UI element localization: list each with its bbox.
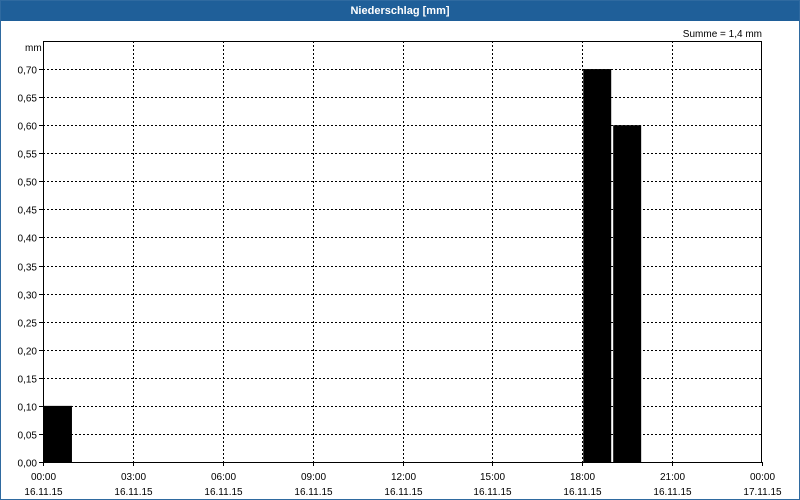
y-tick-label: 0,60 — [18, 122, 38, 133]
x-tick-date-label: 16.11.15 — [114, 487, 153, 498]
y-tick-label: 0,65 — [18, 94, 38, 105]
y-tick-label: 0,20 — [18, 347, 38, 358]
y-tick-label: 0,35 — [18, 263, 38, 274]
y-tick-label: 0,45 — [18, 206, 38, 217]
x-tick-time-label: 09:00 — [301, 472, 326, 483]
y-tick-label: 0,55 — [18, 150, 38, 161]
x-tick-date-label: 16.11.15 — [204, 487, 243, 498]
x-tick-date-label: 16.11.15 — [384, 487, 423, 498]
x-tick-time-label: 15:00 — [480, 472, 505, 483]
x-tick-date-label: 16.11.15 — [24, 487, 63, 498]
y-tick-labels: 0,00 0,05 0,10 0,15 0,20 0,25 0,30 0,35 0,40 0,45… — [18, 66, 38, 470]
chart-window: Niederschlag [mm] 0,00 0,05 0,10 0,15 0,20 0,… — [0, 0, 800, 500]
y-tick-label: 0,50 — [18, 178, 38, 189]
x-tick-time-label: 00:00 — [750, 472, 775, 483]
y-tick-label: 0,05 — [18, 431, 38, 442]
bar — [44, 405, 72, 462]
x-tick-time-label: 12:00 — [391, 472, 416, 483]
y-tick-label: 0,30 — [18, 291, 38, 302]
plot-area-border — [43, 41, 762, 463]
bar — [613, 125, 642, 462]
x-tick-date-label: 17.11.15 — [743, 487, 782, 498]
x-tick-date-label: 16.11.15 — [294, 487, 333, 498]
y-tick-label: 0,15 — [18, 375, 38, 386]
sum-label: Summe = 1,4 mm — [683, 29, 762, 40]
x-tick-date-label: 16.11.15 — [473, 487, 512, 498]
x-tick-date-label: 16.11.15 — [653, 487, 692, 498]
x-tick-time-label: 03:00 — [121, 472, 146, 483]
x-tick-date-label: 16.11.15 — [563, 487, 602, 498]
y-tick-label: 0,10 — [18, 403, 38, 414]
x-tick-labels: 00:00 16.11.15 03:00 16.11.15 06:00 16.11.15 0… — [24, 472, 782, 498]
y-tick-label: 0,25 — [18, 319, 38, 330]
y-tick-label: 0,70 — [18, 66, 38, 77]
y-tick-label: 0,40 — [18, 234, 38, 245]
bar — [583, 69, 612, 463]
x-tick-time-label: 18:00 — [570, 472, 595, 483]
x-tick-time-label: 00:00 — [31, 472, 56, 483]
x-tick-time-label: 21:00 — [660, 472, 685, 483]
y-tick-label: 0,00 — [18, 459, 38, 470]
precipitation-chart: 0,00 0,05 0,10 0,15 0,20 0,25 0,30 0,35 0,40 0,45… — [18, 29, 782, 498]
axes — [39, 41, 763, 466]
y-axis-unit: mm — [25, 43, 42, 54]
grid-lines — [43, 41, 762, 462]
x-tick-time-label: 06:00 — [211, 472, 236, 483]
